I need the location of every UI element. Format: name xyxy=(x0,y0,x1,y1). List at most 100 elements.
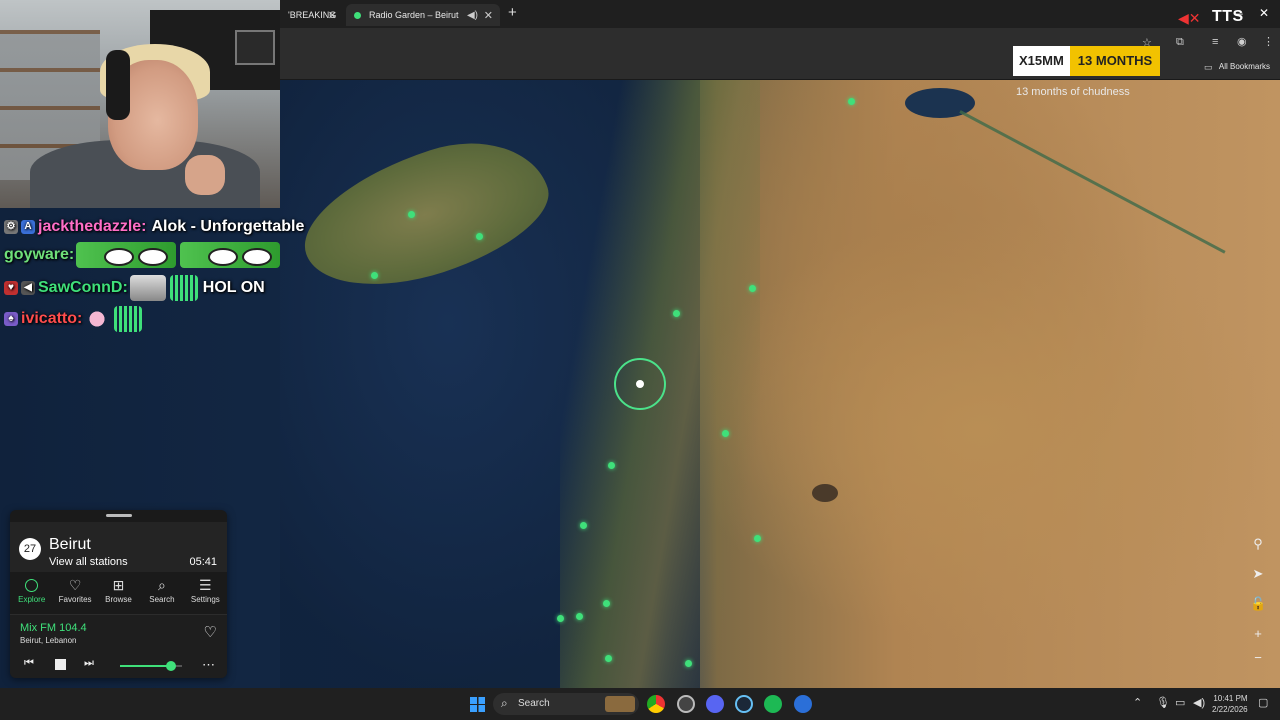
streamer-hand xyxy=(185,155,225,195)
station-dot[interactable] xyxy=(749,285,756,292)
sub-caption: 13 months of chudness xyxy=(1016,86,1130,98)
settings-app-icon[interactable] xyxy=(677,695,695,713)
nav-browse[interactable]: ⊞ Browse xyxy=(97,572,140,614)
extensions-icon[interactable]: ⧉ xyxy=(1176,36,1184,49)
view-all-stations-link[interactable]: View all stations xyxy=(49,556,128,568)
sub-months: 13 MONTHS xyxy=(1069,46,1161,76)
station-dot[interactable] xyxy=(371,272,378,279)
explore-ring-icon xyxy=(25,579,39,592)
station-dot[interactable] xyxy=(673,310,680,317)
webcam-feed xyxy=(0,0,280,208)
previous-icon[interactable]: ⏮ xyxy=(24,657,34,670)
audio-playing-icon[interactable]: ◀) xyxy=(467,10,478,21)
station-dot[interactable] xyxy=(685,660,692,667)
tab-breaking[interactable]: 'BREAKING ✕ xyxy=(280,4,344,26)
radio-panel: 27 Beirut View all stations 05:41 Explor… xyxy=(10,510,227,678)
radio-nav: Explore ♡ Favorites ⊞ Browse ⌕ Search ☰ … xyxy=(10,572,227,614)
plus-icon[interactable]: + xyxy=(508,4,517,21)
system-clock[interactable]: 10:41 PM 2/22/2026 xyxy=(1212,693,1248,715)
location-pin-icon[interactable]: ⚲ xyxy=(1250,536,1266,552)
search-icon: ⌕ xyxy=(158,577,166,593)
station-dot[interactable] xyxy=(848,98,855,105)
windows-start-icon[interactable] xyxy=(470,697,485,712)
frog-eyes-emote-icon xyxy=(180,242,281,268)
volume-icon[interactable]: ◀) xyxy=(1193,696,1205,709)
folder-icon: ▭ xyxy=(1204,62,1213,72)
face-emote-icon xyxy=(129,275,166,301)
nav-favorites[interactable]: ♡ Favorites xyxy=(53,572,96,614)
clock-date: 2/22/2026 xyxy=(1212,705,1248,714)
network-icon[interactable]: ▭ xyxy=(1175,696,1185,709)
stop-icon[interactable] xyxy=(55,659,66,670)
chat-message: ⚙ A jackthedazzle: Alok - Unforgettable xyxy=(4,218,304,236)
station-dot[interactable] xyxy=(608,462,615,469)
mute-badge-icon: ◀ xyxy=(21,281,35,295)
heart-icon: ♡ xyxy=(68,577,82,593)
menu-icon: ☰ xyxy=(199,577,212,593)
discord-icon[interactable] xyxy=(706,695,724,713)
selected-station-dot[interactable] xyxy=(636,380,644,388)
tab-radio-garden[interactable]: Radio Garden – Beirut ◀) ✕ xyxy=(346,4,500,26)
zoom-out-icon[interactable]: − xyxy=(1250,650,1266,665)
chat-username: ivicatto: xyxy=(21,310,83,327)
gear-badge-icon: ⚙ xyxy=(4,220,18,234)
chat-username: jackthedazzle: xyxy=(38,218,147,235)
flame-badge-icon: ♠ xyxy=(4,312,18,326)
minimize-icon[interactable]: – xyxy=(1236,6,1243,20)
close-window-icon[interactable]: ✕ xyxy=(1259,6,1269,20)
station-dot[interactable] xyxy=(576,613,583,620)
station-dot[interactable] xyxy=(754,535,761,542)
station-count-badge: 27 xyxy=(19,538,41,560)
favorite-heart-icon[interactable]: ♡ xyxy=(204,623,217,641)
close-tab-icon[interactable]: ✕ xyxy=(328,9,337,22)
station-dot[interactable] xyxy=(476,233,483,240)
all-bookmarks-link[interactable]: All Bookmarks xyxy=(1219,62,1270,71)
more-menu-icon[interactable]: ⋮ xyxy=(1263,35,1274,48)
zoom-in-icon[interactable]: + xyxy=(1250,626,1266,641)
chevron-up-icon[interactable]: ⌃ xyxy=(1133,696,1142,709)
windows-taskbar: ⌕ Search ⌃ 🎙 ▭ ◀) 10:41 PM 2/22/2026 ▢ xyxy=(0,688,1280,720)
close-tab-icon[interactable]: ✕ xyxy=(484,9,493,22)
steam-icon[interactable] xyxy=(735,695,753,713)
volume-slider[interactable] xyxy=(120,661,182,671)
next-icon[interactable]: ⏭ xyxy=(84,657,94,670)
chat-message: ♠ ivicatto: xyxy=(4,306,144,332)
media-icon[interactable]: ≡ xyxy=(1212,36,1218,48)
lock-icon[interactable]: 🔓 xyxy=(1250,596,1266,612)
volume-fill xyxy=(120,665,171,667)
station-name[interactable]: Mix FM 104.4 xyxy=(20,622,87,634)
chat-username: SawConnD: xyxy=(38,279,128,296)
taskbar-search-label: Search xyxy=(518,698,550,709)
chrome-icon[interactable] xyxy=(647,695,665,713)
nav-label: Settings xyxy=(190,595,220,604)
muted-speaker-icon: ◀✕ xyxy=(1178,10,1201,26)
frog-eyes-emote-icon xyxy=(76,242,177,268)
audio-bars-emote-icon xyxy=(169,275,198,301)
spotify-icon[interactable] xyxy=(764,695,782,713)
sub-badge-icon: ♥ xyxy=(4,281,18,295)
volume-knob[interactable] xyxy=(165,661,176,671)
station-dot[interactable] xyxy=(557,615,564,622)
nav-search[interactable]: ⌕ Search xyxy=(140,572,183,614)
chat-text: Alok - Unforgettable xyxy=(151,218,305,235)
microphone-icon[interactable]: 🎙 xyxy=(1156,696,1170,709)
station-dot[interactable] xyxy=(408,211,415,218)
station-dot[interactable] xyxy=(722,430,729,437)
station-dot[interactable] xyxy=(603,600,610,607)
nav-label: Search xyxy=(149,595,175,604)
drag-handle[interactable] xyxy=(106,514,132,517)
city-header[interactable]: 27 Beirut View all stations 05:41 xyxy=(10,522,227,572)
station-dot[interactable] xyxy=(580,522,587,529)
chat-text: HOL ON xyxy=(202,279,265,296)
nav-settings[interactable]: ☰ Settings xyxy=(184,572,227,614)
notifications-icon[interactable]: ▢ xyxy=(1258,696,1268,709)
more-options-icon[interactable]: ⋯ xyxy=(202,657,215,673)
chat-username: goyware: xyxy=(4,246,75,263)
prime-badge-icon: A xyxy=(21,220,35,234)
nav-explore[interactable]: Explore xyxy=(10,572,53,614)
app-icon[interactable] xyxy=(794,695,812,713)
station-dot[interactable] xyxy=(605,655,612,662)
navigate-arrow-icon[interactable]: ➤ xyxy=(1250,566,1266,582)
profile-avatar-icon[interactable]: ◉ xyxy=(1237,35,1247,48)
taskbar-search[interactable]: ⌕ Search xyxy=(493,693,639,715)
